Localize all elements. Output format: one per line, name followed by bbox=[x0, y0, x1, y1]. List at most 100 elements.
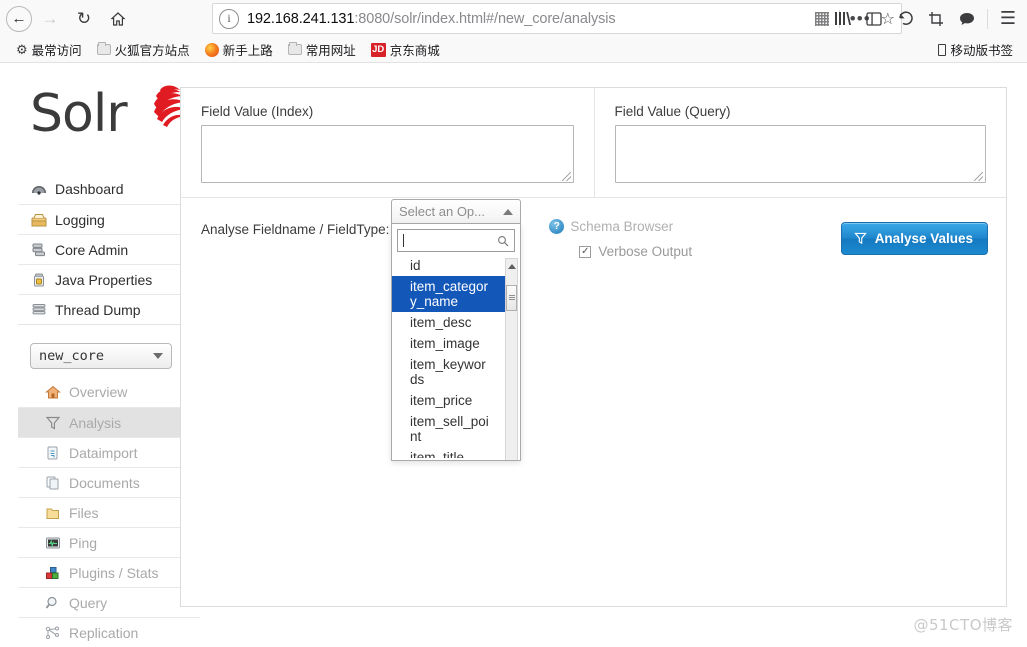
sidebar-item-overview[interactable]: Overview bbox=[18, 377, 200, 407]
dropdown-option[interactable]: item_desc bbox=[392, 312, 505, 333]
bookmark-label: 最常访问 bbox=[31, 44, 82, 58]
analysis-panel: Field Value (Index) Field Value (Query) … bbox=[180, 87, 1007, 607]
dropdown-option[interactable]: item_keywords bbox=[392, 354, 505, 390]
qr-code-icon[interactable] bbox=[814, 11, 829, 26]
help-icon: ? bbox=[549, 219, 565, 234]
solr-logo[interactable]: Solr bbox=[30, 85, 185, 156]
field-value-index-label: Field Value (Index) bbox=[201, 104, 314, 119]
resize-grip-icon[interactable] bbox=[974, 172, 983, 181]
gear-icon: ⚙ bbox=[16, 42, 28, 57]
folder-icon bbox=[96, 42, 111, 55]
sidebar-item-analysis[interactable]: Analysis bbox=[18, 407, 200, 437]
bookmark-label: 京东商城 bbox=[389, 44, 440, 58]
dataimport-icon bbox=[44, 445, 61, 461]
sidebar-item-ping[interactable]: Ping bbox=[18, 527, 200, 557]
resize-grip-icon[interactable] bbox=[561, 172, 571, 181]
sidebar-item-label: Overview bbox=[69, 384, 128, 400]
field-value-query-group: Field Value (Query) bbox=[593, 88, 1007, 197]
core-selector-value: new_core bbox=[39, 348, 105, 364]
schema-browser-label: Schema Browser bbox=[570, 219, 674, 234]
sidebar-item-label: Documents bbox=[69, 474, 140, 491]
sidebar-item-label: Ping bbox=[69, 534, 98, 551]
analyse-values-button[interactable]: Analyse Values bbox=[840, 222, 988, 255]
field-value-index-textarea[interactable] bbox=[201, 125, 574, 183]
sidebar-core-nav: Overview Analysis Dataimport Documents F… bbox=[18, 377, 200, 647]
reload-button[interactable]: ↻ bbox=[68, 3, 100, 35]
analyse-fieldname-row: Analyse Fieldname / FieldType: Select an… bbox=[181, 198, 1006, 461]
sidebar-item-core-admin[interactable]: Core Admin bbox=[18, 234, 200, 264]
bookmark-label: 火狐官方站点 bbox=[114, 44, 190, 58]
dropdown-selected-text: Select an Op... bbox=[399, 204, 485, 219]
analyse-fieldname-label: Analyse Fieldname / FieldType: bbox=[201, 222, 390, 237]
sidebar-item-replication[interactable]: Replication bbox=[18, 617, 200, 647]
analyse-values-label: Analyse Values bbox=[874, 231, 973, 246]
core-selector[interactable]: new_core bbox=[30, 343, 172, 369]
forward-button[interactable]: → bbox=[34, 3, 66, 35]
dropdown-search-input[interactable] bbox=[397, 229, 515, 252]
bookmark-firefox-official[interactable]: 火狐官方站点 bbox=[91, 38, 196, 61]
dropdown-option[interactable]: item_image bbox=[392, 333, 505, 354]
dropdown-options-list[interactable]: id item_category_name item_desc item_ima… bbox=[392, 255, 520, 460]
sidebar-item-logging[interactable]: Logging bbox=[18, 204, 200, 234]
bookmark-jd[interactable]: JD 京东商城 bbox=[365, 38, 446, 61]
core-admin-stack-icon bbox=[30, 242, 47, 258]
fieldname-fieldtype-dropdown[interactable]: Select an Op... id item_category_name it… bbox=[391, 199, 521, 461]
schema-browser-link[interactable]: ? Schema Browser bbox=[549, 219, 692, 234]
back-button[interactable]: ← bbox=[6, 5, 32, 32]
hamburger-menu-icon[interactable]: ☰ bbox=[993, 3, 1023, 34]
sidebar-item-files[interactable]: Files bbox=[18, 497, 200, 527]
thread-dump-icon bbox=[30, 302, 47, 318]
dropdown-option[interactable]: item_title bbox=[392, 447, 505, 458]
dropdown-scrollbar[interactable] bbox=[505, 258, 518, 460]
sidebar-item-label: Files bbox=[69, 504, 99, 521]
bookmark-common-sites[interactable]: 常用网址 bbox=[282, 38, 362, 61]
bookmark-most-visited[interactable]: ⚙ 最常访问 bbox=[10, 38, 88, 61]
sidebar-item-dataimport[interactable]: Dataimport bbox=[18, 437, 200, 467]
files-folder-icon bbox=[44, 505, 61, 521]
sidebar-item-query[interactable]: Query bbox=[18, 587, 200, 617]
address-bar[interactable]: i 192.168.241.131:8080/solr/index.html#/… bbox=[212, 3, 902, 34]
sidebar-item-label: Core Admin bbox=[55, 241, 129, 258]
url-path: :8080/solr/index.html#/new_core/analysis bbox=[354, 10, 616, 27]
jd-icon: JD bbox=[370, 42, 386, 57]
library-icon[interactable] bbox=[828, 3, 858, 34]
field-value-query-textarea[interactable] bbox=[614, 125, 986, 183]
bookmark-getting-started[interactable]: 新手上路 bbox=[199, 38, 279, 61]
footer-links: Documentation Issue Tracker IRC Channel … bbox=[180, 636, 1007, 647]
dropdown-option-selected[interactable]: item_category_name bbox=[392, 276, 505, 312]
sidebar-item-label: Plugins / Stats bbox=[69, 564, 159, 581]
funnel-icon bbox=[44, 415, 61, 431]
pocket-chat-icon[interactable] bbox=[952, 3, 982, 34]
sidebar-item-dashboard[interactable]: Dashboard bbox=[18, 174, 200, 204]
sidebar-icon[interactable] bbox=[859, 3, 889, 34]
verbose-output-checkbox[interactable]: ✓ bbox=[579, 245, 592, 258]
sidebar-item-documents[interactable]: Documents bbox=[18, 467, 200, 497]
verbose-output-row[interactable]: ✓ Verbose Output bbox=[579, 244, 692, 259]
page-info-icon[interactable]: i bbox=[219, 8, 239, 29]
dropdown-option[interactable]: item_sell_point bbox=[392, 411, 505, 447]
dropdown-option[interactable]: item_price bbox=[392, 390, 505, 411]
ping-monitor-icon bbox=[44, 535, 61, 551]
sidebar-item-thread-dump[interactable]: Thread Dump bbox=[18, 294, 200, 324]
scroll-thumb[interactable] bbox=[506, 285, 517, 311]
analyse-options: ? Schema Browser ✓ Verbose Output bbox=[549, 216, 692, 259]
dropdown-header[interactable]: Select an Op... bbox=[391, 199, 521, 224]
bookmark-label: 移动版书签 bbox=[950, 44, 1013, 58]
bookmark-mobile-bookmarks[interactable]: 移动版书签 bbox=[932, 38, 1019, 61]
sidebar-primary-nav: Dashboard Logging Core Admin Java Proper… bbox=[18, 174, 200, 325]
solr-admin-app: Solr Dashboard Logging Core Admin Java P… bbox=[0, 64, 1027, 647]
mobile-device-icon bbox=[938, 43, 947, 56]
logging-tray-icon bbox=[30, 212, 47, 228]
folder-icon bbox=[287, 42, 302, 55]
history-undo-icon[interactable] bbox=[890, 3, 920, 34]
home-button[interactable] bbox=[102, 3, 134, 35]
sidebar-item-label: Analysis bbox=[69, 414, 122, 431]
sidebar-item-java-properties[interactable]: Java Properties bbox=[18, 264, 200, 294]
screenshot-icon[interactable] bbox=[921, 3, 951, 34]
plugins-blocks-icon bbox=[44, 565, 61, 581]
field-value-query-label: Field Value (Query) bbox=[614, 104, 731, 119]
scroll-up-arrow-icon[interactable] bbox=[506, 260, 517, 273]
sidebar-item-plugins-stats[interactable]: Plugins / Stats bbox=[18, 557, 200, 587]
dropdown-search-wrap bbox=[392, 224, 520, 255]
dropdown-option[interactable]: id bbox=[392, 255, 505, 276]
